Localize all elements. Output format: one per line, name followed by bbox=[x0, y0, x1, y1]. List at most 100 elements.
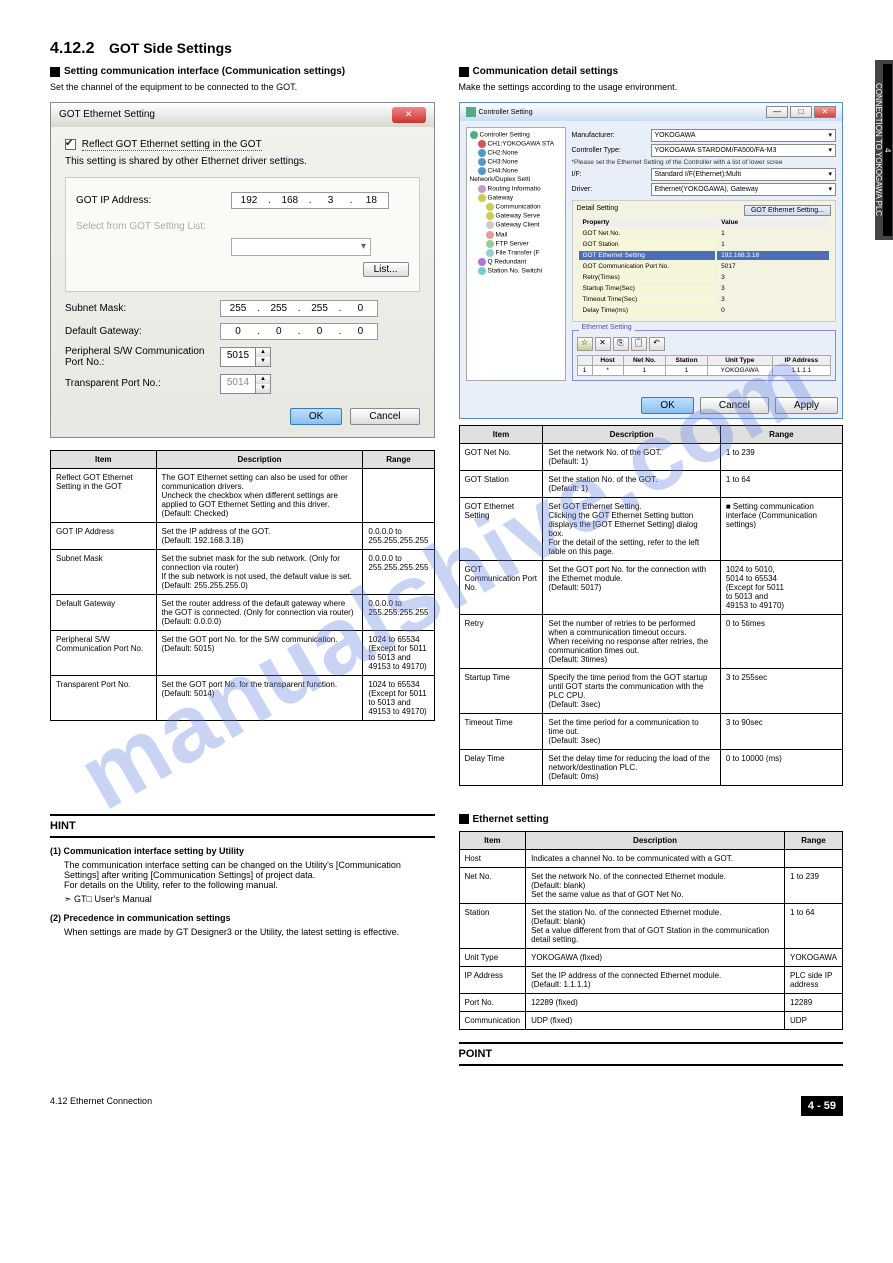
table-row: Net No.Set the network No. of the connec… bbox=[459, 867, 843, 903]
table-row: GOT Ethernet Setting192.168.3.18 bbox=[579, 251, 830, 260]
chevron-down-icon: ▼ bbox=[256, 384, 270, 393]
ctype-select[interactable]: YOKOGAWA STARDOM/FA500/FA-M3 bbox=[651, 144, 837, 157]
square-bullet-icon bbox=[459, 67, 469, 77]
tree-root-icon bbox=[470, 131, 478, 139]
reflect-label: Reflect GOT Ethernet setting in the GOT bbox=[82, 139, 262, 151]
ethernet-setting-heading: Ethernet setting bbox=[473, 814, 549, 825]
hint-sub2: (2) Precedence in communication settings bbox=[50, 913, 435, 923]
chevron-down-icon: ▼ bbox=[256, 357, 270, 366]
ip-label: GOT IP Address: bbox=[76, 195, 231, 206]
qred-icon bbox=[478, 258, 486, 266]
ethernet-setting-table[interactable]: HostNet No.StationUnit TypeIP Address 1*… bbox=[577, 355, 832, 376]
table-row: CommunicationUDP (fixed)UDP bbox=[459, 1011, 843, 1029]
driver-select[interactable]: Ethernet(YOKOGAWA), Gateway bbox=[651, 183, 837, 196]
gateway-input[interactable]: 0. 0. 0. 0 bbox=[220, 323, 378, 340]
ok-button[interactable]: OK bbox=[641, 397, 693, 414]
table-row: GOT Net No.Set the network No. of the GO… bbox=[459, 443, 843, 470]
ethernet-setting-point-table: ItemDescriptionRange HostIndicates a cha… bbox=[459, 831, 844, 1030]
table-row: Startup Time(Sec)3 bbox=[579, 284, 830, 293]
communication-detail-table: ItemDescriptionRange GOT Net No.Set the … bbox=[459, 425, 844, 786]
if-select[interactable]: Standard I/F(Ethernet):Multi bbox=[651, 168, 837, 181]
list-button[interactable]: List... bbox=[363, 262, 409, 277]
table-row: 1*11YOKOGAWA1.1.1.1 bbox=[577, 365, 831, 375]
table-row: Delay Time(ms)0 bbox=[579, 306, 830, 315]
reflect-checkbox[interactable] bbox=[65, 139, 76, 150]
table-row: GOT Communication Port No.Set the GOT po… bbox=[459, 560, 843, 614]
new-icon[interactable]: ☆ bbox=[577, 337, 593, 351]
section-title: GOT Side Settings bbox=[109, 40, 232, 56]
table-row: GOT IP AddressSet the IP address of the … bbox=[51, 522, 435, 549]
paragraph-1: Set the channel of the equipment to be c… bbox=[50, 81, 435, 94]
table-row: Retry(Times)3 bbox=[579, 273, 830, 282]
square-bullet-icon bbox=[50, 67, 60, 77]
table-row: IP AddressSet the IP address of the conn… bbox=[459, 966, 843, 993]
apply-button[interactable]: Apply bbox=[775, 397, 838, 414]
gws-icon bbox=[486, 212, 494, 220]
psw-spinner[interactable]: 5015 ▲▼ bbox=[220, 347, 271, 367]
copy-icon[interactable]: ⎘ bbox=[613, 337, 629, 351]
table-row: Startup TimeSpecify the time period from… bbox=[459, 668, 843, 713]
hint-heading: HINT bbox=[50, 814, 435, 838]
chevron-up-icon: ▲ bbox=[256, 375, 270, 384]
got-ethernet-setting-button[interactable]: GOT Ethernet Setting... bbox=[744, 205, 831, 216]
channel-icon bbox=[478, 167, 486, 175]
table-row: Peripheral S/W Communication Port No.Set… bbox=[51, 630, 435, 675]
gateway-icon bbox=[478, 194, 486, 202]
ethernet-setting-groupbox-label: Ethernet Setting bbox=[579, 324, 635, 331]
select-list-label: Select from GOT Setting List: bbox=[76, 221, 231, 232]
subnet-input[interactable]: 255. 255. 255. 0 bbox=[220, 300, 378, 317]
minimize-icon[interactable]: — bbox=[766, 106, 788, 118]
table-row: Timeout TimeSet the time period for a co… bbox=[459, 713, 843, 749]
file-transfer-icon bbox=[486, 249, 494, 257]
table-row: GOT Ethernet SettingSet GOT Ethernet Set… bbox=[459, 497, 843, 560]
tree-view[interactable]: Controller Setting CH1:YOKOGAWA STA CH2:… bbox=[466, 127, 566, 381]
if-label: I/F: bbox=[572, 171, 647, 178]
ctype-label: Controller Type: bbox=[572, 147, 647, 154]
ip-input[interactable]: 192. 168. 3. 18 bbox=[231, 192, 389, 209]
driver-label: Driver: bbox=[572, 186, 647, 193]
table-row: GOT Station1 bbox=[579, 240, 830, 249]
comm-icon bbox=[486, 203, 494, 211]
got-ethernet-dialog: GOT Ethernet Setting ✕ Reflect GOT Ether… bbox=[50, 102, 435, 438]
got-ethernet-table: ItemDescriptionRange Reflect GOT Etherne… bbox=[50, 450, 435, 721]
cancel-button[interactable]: Cancel bbox=[350, 408, 419, 425]
table-row: Transparent Port No.Set the GOT port No.… bbox=[51, 675, 435, 720]
close-icon[interactable]: ✕ bbox=[814, 106, 836, 118]
table-row: HostIndicates a channel No. to be commun… bbox=[459, 849, 843, 867]
detail-property-table: PropertyValue GOT Net No.1GOT Station1GO… bbox=[577, 216, 832, 317]
setting-list-select[interactable]: ▾ bbox=[231, 238, 371, 256]
close-icon[interactable]: ✕ bbox=[392, 107, 426, 123]
subnet-label: Subnet Mask: bbox=[65, 303, 220, 314]
manufacturer-label: Manufacturer: bbox=[572, 132, 647, 139]
shared-text: This setting is shared by other Ethernet… bbox=[65, 156, 420, 167]
maximize-icon[interactable]: □ bbox=[790, 106, 812, 118]
table-row: Subnet MaskSet the subnet mask for the s… bbox=[51, 549, 435, 594]
hint-sub1: (1) Communication interface setting by U… bbox=[50, 846, 435, 856]
table-row: Timeout Time(Sec)3 bbox=[579, 295, 830, 304]
psw-label: Peripheral S/W Communication Port No.: bbox=[65, 346, 220, 368]
table-row: StationSet the station No. of the connec… bbox=[459, 903, 843, 948]
ftp-icon bbox=[486, 240, 494, 248]
controller-setting-dialog: Controller Setting — □ ✕ Controller Sett… bbox=[459, 102, 844, 419]
section-number: 4.12.2 bbox=[50, 40, 94, 57]
table-row: Delay TimeSet the delay time for reducin… bbox=[459, 749, 843, 785]
delete-icon[interactable]: ✕ bbox=[595, 337, 611, 351]
manufacturer-select[interactable]: YOKOGAWA bbox=[651, 129, 837, 142]
cancel-button[interactable]: Cancel bbox=[700, 397, 769, 414]
dialog-title: GOT Ethernet Setting bbox=[59, 109, 155, 120]
app-icon bbox=[466, 107, 476, 117]
sub-heading-1: Setting communication interface (Communi… bbox=[64, 66, 345, 77]
undo-icon[interactable]: ↶ bbox=[649, 337, 665, 351]
table-row: Reflect GOT Ethernet Setting in the GOTT… bbox=[51, 468, 435, 522]
routing-icon bbox=[478, 185, 486, 193]
tport-spinner[interactable]: 5014 ▲▼ bbox=[220, 374, 271, 394]
channel-icon bbox=[478, 140, 486, 148]
ok-button[interactable]: OK bbox=[290, 408, 342, 425]
point-heading: POINT bbox=[459, 1042, 844, 1066]
table-row: Unit TypeYOKOGAWA (fixed)YOKOGAWA bbox=[459, 948, 843, 966]
paste-icon[interactable]: 📋 bbox=[631, 337, 647, 351]
sub-heading-2: Communication detail settings bbox=[473, 66, 619, 77]
note-text: *Please set the Ethernet Setting of the … bbox=[572, 159, 837, 166]
paragraph-2: Make the settings according to the usage… bbox=[459, 81, 844, 94]
chevron-up-icon: ▲ bbox=[256, 348, 270, 357]
